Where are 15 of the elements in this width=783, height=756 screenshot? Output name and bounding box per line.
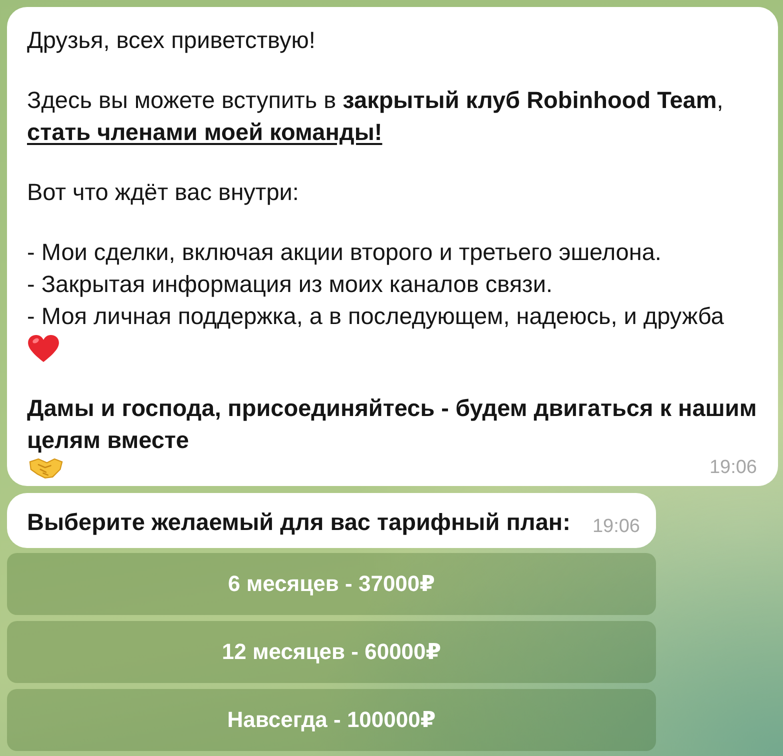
plan-button[interactable]: 12 месяцев - 60000₽ bbox=[7, 621, 656, 683]
message-time: 19:06 bbox=[592, 516, 640, 538]
list-item: - Моя личная поддержка, а в последующем, надеюсь, и дружба bbox=[27, 302, 725, 331]
message-text: Выберите желаемый для вас тарифный план: bbox=[27, 508, 570, 537]
plan-button[interactable]: Навсегда - 100000₽ bbox=[7, 689, 656, 751]
message-text: Здесь вы можете вступить в закрытый клуб Robinhood Team, стать членами моей команды! bbox=[27, 86, 724, 147]
message-text: Вот что ждёт вас внутри: bbox=[27, 178, 300, 207]
heart-icon bbox=[28, 335, 59, 363]
list-item: - Закрытая информация из моих каналов связи. bbox=[27, 270, 554, 299]
handshake-icon bbox=[29, 456, 63, 479]
message-text: Дамы и господа, присоединяйтесь - будем двигаться к нашим целям вместе bbox=[27, 394, 758, 455]
plan-button[interactable]: 6 месяцев - 37000₽ bbox=[7, 553, 656, 615]
message-text: Друзья, всех приветствую! bbox=[27, 26, 316, 55]
message-time: 19:06 bbox=[709, 456, 757, 478]
list-item: - Мои сделки, включая акции второго и третьего эшелона. bbox=[27, 238, 662, 267]
